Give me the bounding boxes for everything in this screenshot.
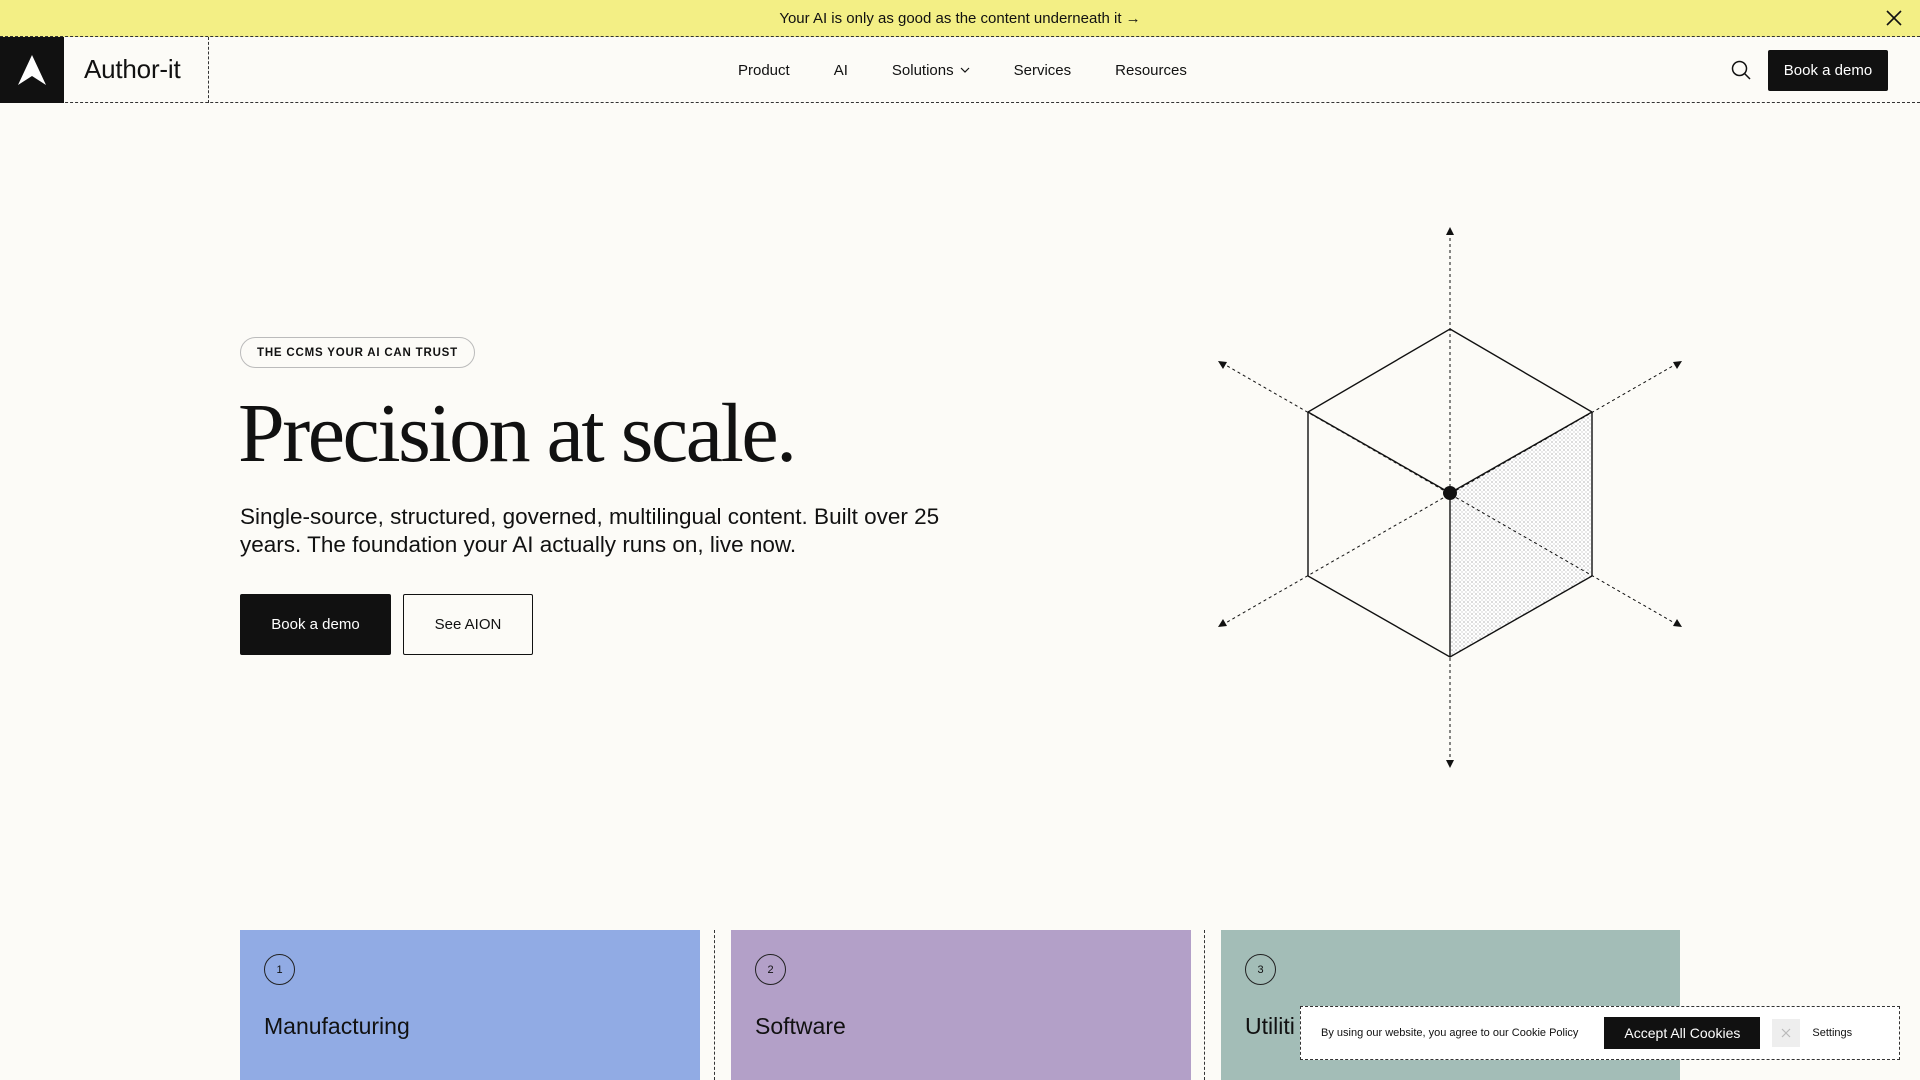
cookie-settings-link[interactable]: Settings — [1812, 1027, 1852, 1039]
nav-label: Resources — [1115, 61, 1187, 79]
card-title: Manufacturing — [264, 1013, 410, 1039]
accept-cookies-button[interactable]: Accept All Cookies — [1604, 1017, 1761, 1049]
site-header: Author-it Product AI Solutions Services … — [0, 36, 1920, 103]
industry-card-software[interactable]: 2 Software — [731, 930, 1191, 1080]
main-nav: Product AI Solutions Services Resources — [738, 37, 1187, 103]
see-aion-button[interactable]: See AION — [403, 594, 533, 655]
cookie-text: By using our website, you agree to our C… — [1321, 1027, 1579, 1039]
nav-solutions[interactable]: Solutions — [892, 62, 970, 79]
chevron-down-icon — [960, 67, 970, 73]
nav-label: Solutions — [891, 61, 954, 79]
logo-text: Author-it — [84, 54, 181, 84]
nav-services[interactable]: Services — [1014, 62, 1072, 79]
nav-ai[interactable]: AI — [834, 62, 848, 79]
announcement-link[interactable]: Your AI is only as good as the content u… — [779, 10, 1140, 27]
logo-mark[interactable] — [0, 36, 64, 103]
card-number: 1 — [264, 954, 295, 985]
book-demo-button[interactable]: Book a demo — [240, 594, 391, 655]
announcement-bar: Your AI is only as good as the content u… — [0, 0, 1920, 37]
industry-card-manufacturing[interactable]: 1 Manufacturing — [240, 930, 700, 1080]
card-title: Software — [755, 1013, 846, 1039]
hero-eyebrow: THE CCMS YOUR AI CAN TRUST — [240, 337, 475, 368]
card-number: 3 — [1245, 954, 1276, 985]
cookie-close-button[interactable] — [1772, 1019, 1801, 1047]
close-icon[interactable] — [1884, 8, 1904, 28]
book-demo-header-button[interactable]: Book a demo — [1768, 50, 1888, 91]
cookie-banner: By using our website, you agree to our C… — [1300, 1006, 1900, 1060]
author-it-logo-icon — [18, 54, 46, 85]
nav-label: Product — [738, 61, 790, 79]
card-divider — [1204, 930, 1205, 1080]
isometric-cube-icon — [1218, 227, 1682, 768]
card-number: 2 — [755, 954, 786, 985]
search-icon[interactable] — [1730, 59, 1752, 81]
close-icon — [1781, 1028, 1791, 1038]
nav-label: AI — [833, 61, 848, 79]
nav-resources[interactable]: Resources — [1115, 62, 1187, 79]
nav-label: Services — [1013, 61, 1072, 79]
hero-subtitle: Single-source, structured, governed, mul… — [240, 504, 940, 557]
card-divider — [714, 930, 715, 1080]
hero-title: Precision at scale. — [238, 387, 797, 480]
logo-text-wrap[interactable]: Author-it — [64, 36, 209, 103]
nav-product[interactable]: Product — [738, 62, 790, 79]
